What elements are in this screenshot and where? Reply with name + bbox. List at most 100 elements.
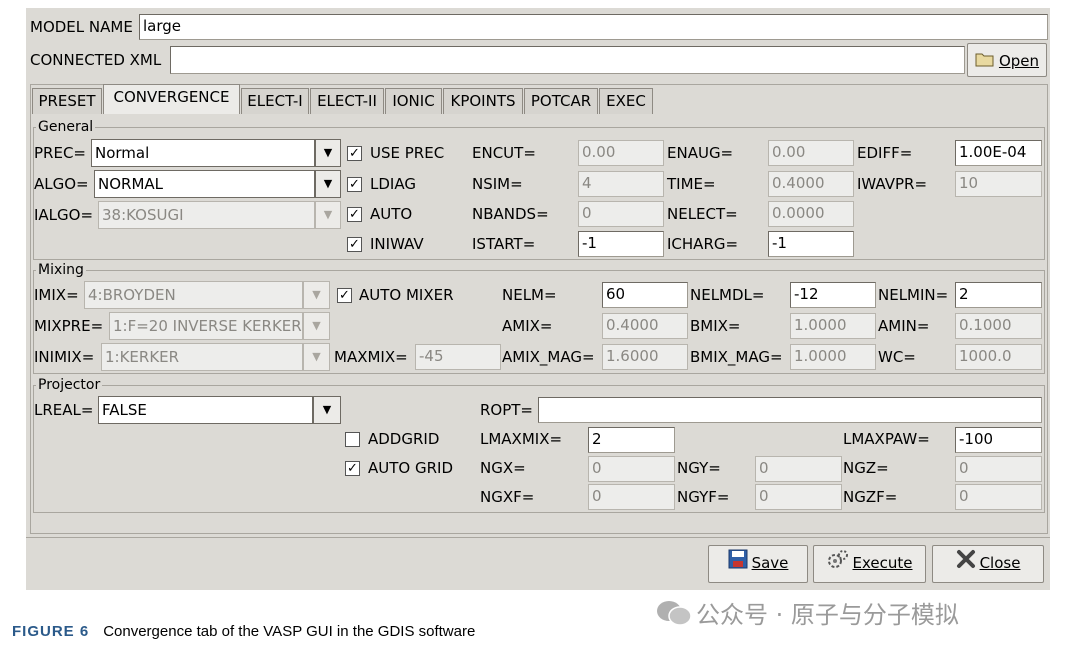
nsim-label: NSIM= bbox=[472, 175, 523, 193]
lreal-select[interactable]: FALSE bbox=[98, 396, 313, 424]
execute-button[interactable]: Execute bbox=[813, 545, 926, 583]
mixpre-dropdown-arrow-icon[interactable]: ▼ bbox=[303, 312, 330, 340]
istart-label: ISTART= bbox=[472, 235, 536, 253]
addgrid-checkbox[interactable] bbox=[345, 432, 360, 447]
bmix-input[interactable]: 1.0000 bbox=[790, 313, 876, 339]
nelmin-label: NELMIN= bbox=[878, 286, 949, 304]
ediff-label: EDIFF= bbox=[857, 144, 913, 162]
ropt-input[interactable] bbox=[538, 397, 1042, 423]
ediff-input[interactable]: 1.00E-04 bbox=[955, 140, 1042, 166]
maxmix-input[interactable]: -45 bbox=[415, 344, 501, 370]
figure-caption: FIGURE 6 Convergence tab of the VASP GUI … bbox=[12, 623, 475, 640]
model-name-input[interactable]: large bbox=[139, 14, 1048, 40]
istart-input[interactable]: -1 bbox=[578, 231, 664, 257]
ngxf-input[interactable]: 0 bbox=[588, 484, 675, 510]
encut-input[interactable]: 0.00 bbox=[578, 140, 664, 166]
wechat-icon bbox=[656, 600, 692, 632]
imix-select[interactable]: 4:BROYDEN bbox=[84, 281, 303, 309]
ldiag-checkbox[interactable]: ✓ bbox=[347, 177, 362, 192]
tab-elect-ii[interactable]: ELECT-II bbox=[310, 88, 384, 114]
lmaxmix-input[interactable]: 2 bbox=[588, 427, 675, 453]
connected-xml-input[interactable] bbox=[170, 46, 965, 74]
mixpre-label: MIXPRE= bbox=[34, 317, 104, 335]
open-button[interactable]: Open bbox=[967, 43, 1047, 77]
lmaxpaw-input[interactable]: -100 bbox=[955, 427, 1042, 453]
nelm-input[interactable]: 60 bbox=[602, 282, 688, 308]
auto-mixer-label: AUTO MIXER bbox=[359, 286, 454, 304]
tab-kpoints[interactable]: KPOINTS bbox=[443, 88, 523, 114]
close-x-icon bbox=[956, 547, 976, 581]
tab-convergence[interactable]: CONVERGENCE bbox=[103, 84, 240, 114]
mixing-frame-title: Mixing bbox=[36, 262, 86, 278]
ropt-label: ROPT= bbox=[480, 401, 534, 419]
ngy-label: NGY= bbox=[677, 459, 721, 477]
nelmin-input[interactable]: 2 bbox=[955, 282, 1042, 308]
time-input[interactable]: 0.4000 bbox=[768, 171, 854, 197]
imix-dropdown-arrow-icon[interactable]: ▼ bbox=[303, 281, 330, 309]
algo-select[interactable]: NORMAL bbox=[94, 170, 315, 198]
nsim-input[interactable]: 4 bbox=[578, 171, 664, 197]
lreal-label: LREAL= bbox=[34, 401, 94, 419]
ngxf-label: NGXF= bbox=[480, 488, 535, 506]
prec-dropdown-arrow-icon[interactable]: ▼ bbox=[315, 139, 341, 167]
auto-grid-checkbox[interactable]: ✓ bbox=[345, 461, 360, 476]
tab-ionic[interactable]: IONIC bbox=[385, 88, 442, 114]
ngx-input[interactable]: 0 bbox=[588, 456, 675, 482]
iniwav-label: INIWAV bbox=[370, 235, 424, 253]
tab-preset[interactable]: PRESET bbox=[32, 88, 102, 114]
wc-input[interactable]: 1000.0 bbox=[955, 344, 1042, 370]
iwavpr-input[interactable]: 10 bbox=[955, 171, 1042, 197]
nelm-label: NELM= bbox=[502, 286, 557, 304]
inimix-select[interactable]: 1:KERKER bbox=[101, 343, 303, 371]
folder-icon bbox=[975, 45, 995, 79]
projector-frame-title: Projector bbox=[36, 377, 103, 393]
auto-checkbox[interactable]: ✓ bbox=[347, 207, 362, 222]
maxmix-label: MAXMIX= bbox=[334, 348, 408, 366]
use-prec-checkbox[interactable]: ✓ bbox=[347, 146, 362, 161]
ialgo-select[interactable]: 38:KOSUGI bbox=[98, 201, 315, 229]
close-label: Close bbox=[979, 554, 1021, 572]
ngzf-input[interactable]: 0 bbox=[955, 484, 1042, 510]
ngyf-input[interactable]: 0 bbox=[755, 484, 842, 510]
auto-mixer-checkbox[interactable]: ✓ bbox=[337, 288, 352, 303]
tab-elect-i[interactable]: ELECT-I bbox=[241, 88, 309, 114]
ialgo-label: IALGO= bbox=[34, 206, 94, 224]
inimix-dropdown-arrow-icon[interactable]: ▼ bbox=[303, 343, 330, 371]
auto-grid-label: AUTO GRID bbox=[368, 459, 453, 477]
general-frame-title: General bbox=[36, 119, 96, 135]
iniwav-checkbox[interactable]: ✓ bbox=[347, 237, 362, 252]
algo-label: ALGO= bbox=[34, 175, 89, 193]
ialgo-dropdown-arrow-icon[interactable]: ▼ bbox=[315, 201, 341, 229]
close-button[interactable]: Close bbox=[932, 545, 1044, 583]
ngzf-label: NGZF= bbox=[843, 488, 898, 506]
tab-potcar[interactable]: POTCAR bbox=[524, 88, 598, 114]
nelect-input[interactable]: 0.0000 bbox=[768, 201, 854, 227]
icharg-input[interactable]: -1 bbox=[768, 231, 854, 257]
ngx-label: NGX= bbox=[480, 459, 526, 477]
use-prec-label: USE PREC bbox=[370, 144, 445, 162]
watermark: 公众号 · 原子与分子模拟 bbox=[656, 595, 959, 632]
tab-exec[interactable]: EXEC bbox=[599, 88, 653, 114]
enaug-label: ENAUG= bbox=[667, 144, 734, 162]
ngz-label: NGZ= bbox=[843, 459, 889, 477]
enaug-input[interactable]: 0.00 bbox=[768, 140, 854, 166]
mixpre-select[interactable]: 1:F=20 INVERSE KERKER bbox=[109, 312, 303, 340]
nelmdl-input[interactable]: -12 bbox=[790, 282, 876, 308]
amix-mag-input[interactable]: 1.6000 bbox=[602, 344, 688, 370]
amin-input[interactable]: 0.1000 bbox=[955, 313, 1042, 339]
bmix-label: BMIX= bbox=[690, 317, 741, 335]
prec-select[interactable]: Normal bbox=[91, 139, 315, 167]
nbands-input[interactable]: 0 bbox=[578, 201, 664, 227]
algo-dropdown-arrow-icon[interactable]: ▼ bbox=[315, 170, 341, 198]
amix-mag-label: AMIX_MAG= bbox=[502, 348, 595, 366]
bmix-mag-input[interactable]: 1.0000 bbox=[790, 344, 876, 370]
nelmdl-label: NELMDL= bbox=[690, 286, 765, 304]
ldiag-label: LDIAG bbox=[370, 175, 416, 193]
open-label: Open bbox=[998, 52, 1040, 70]
ngyf-label: NGYF= bbox=[677, 488, 730, 506]
lreal-dropdown-arrow-icon[interactable]: ▼ bbox=[313, 396, 341, 424]
amix-input[interactable]: 0.4000 bbox=[602, 313, 688, 339]
ngy-input[interactable]: 0 bbox=[755, 456, 842, 482]
save-button[interactable]: Save bbox=[708, 545, 808, 583]
ngz-input[interactable]: 0 bbox=[955, 456, 1042, 482]
